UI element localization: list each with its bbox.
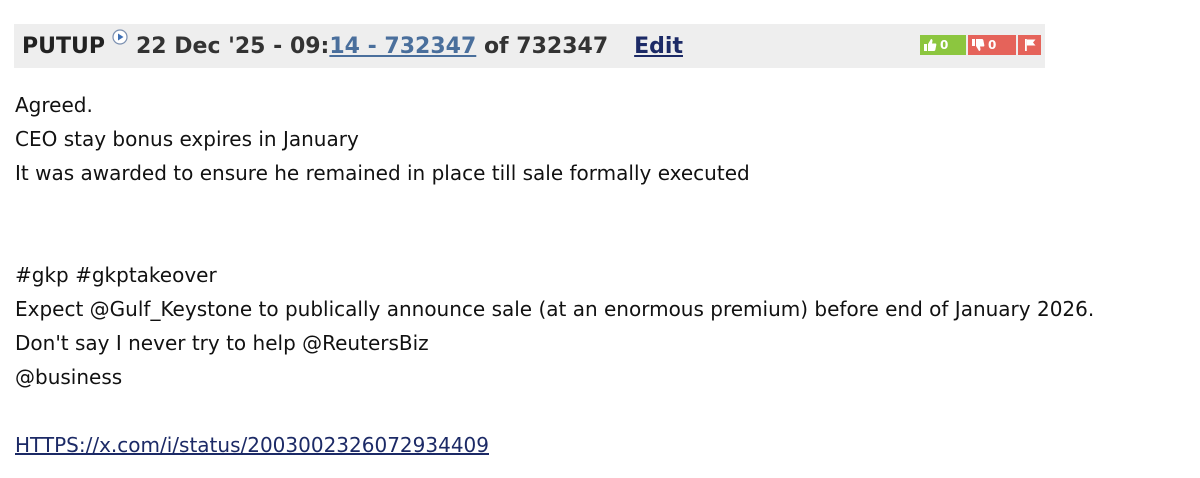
post-text-line: Expect @Gulf_Keystone to publically anno… <box>15 297 1095 321</box>
post-username[interactable]: PUTUP <box>22 34 105 59</box>
flag-icon <box>1024 39 1035 51</box>
post-text-line: CEO stay bonus expires in January <box>15 127 359 151</box>
post-number-link[interactable]: 14 - 732347 <box>329 34 476 59</box>
post-text-line: #gkp #gkptakeover <box>15 263 217 287</box>
thumbs-down-icon <box>972 39 985 51</box>
post-total: of 732347 <box>476 33 609 59</box>
post-text-line: Agreed. <box>15 93 93 117</box>
post-meta: 22 Dec '25 - 09:14 - 732347 of 732347 <box>136 34 608 59</box>
post-date: 22 Dec '25 - 09: <box>135 33 330 59</box>
report-flag-button[interactable] <box>1018 35 1041 55</box>
thumbs-down-count: 0 <box>988 38 997 52</box>
post-text-line: It was awarded to ensure he remained in … <box>15 161 750 185</box>
post-header: PUTUP 22 Dec '25 - 09:14 - 732347 of 732… <box>14 24 1045 68</box>
edit-link[interactable]: Edit <box>634 34 683 59</box>
thumbs-down-button[interactable]: 0 <box>968 35 1016 55</box>
play-profile-icon[interactable] <box>112 29 128 45</box>
post-body: Agreed. CEO stay bonus expires in Januar… <box>15 88 1195 462</box>
status-link[interactable]: HTTPS://x.com/i/status/20030023260729344… <box>15 433 489 457</box>
post-text-line: @business <box>15 365 123 389</box>
thumbs-up-button[interactable]: 0 <box>920 35 966 55</box>
post-text-line: Don't say I never try to help @ReutersBi… <box>15 331 429 355</box>
vote-controls: 0 0 <box>920 35 1041 55</box>
thumbs-up-count: 0 <box>940 38 949 52</box>
thumbs-up-icon <box>924 39 937 51</box>
